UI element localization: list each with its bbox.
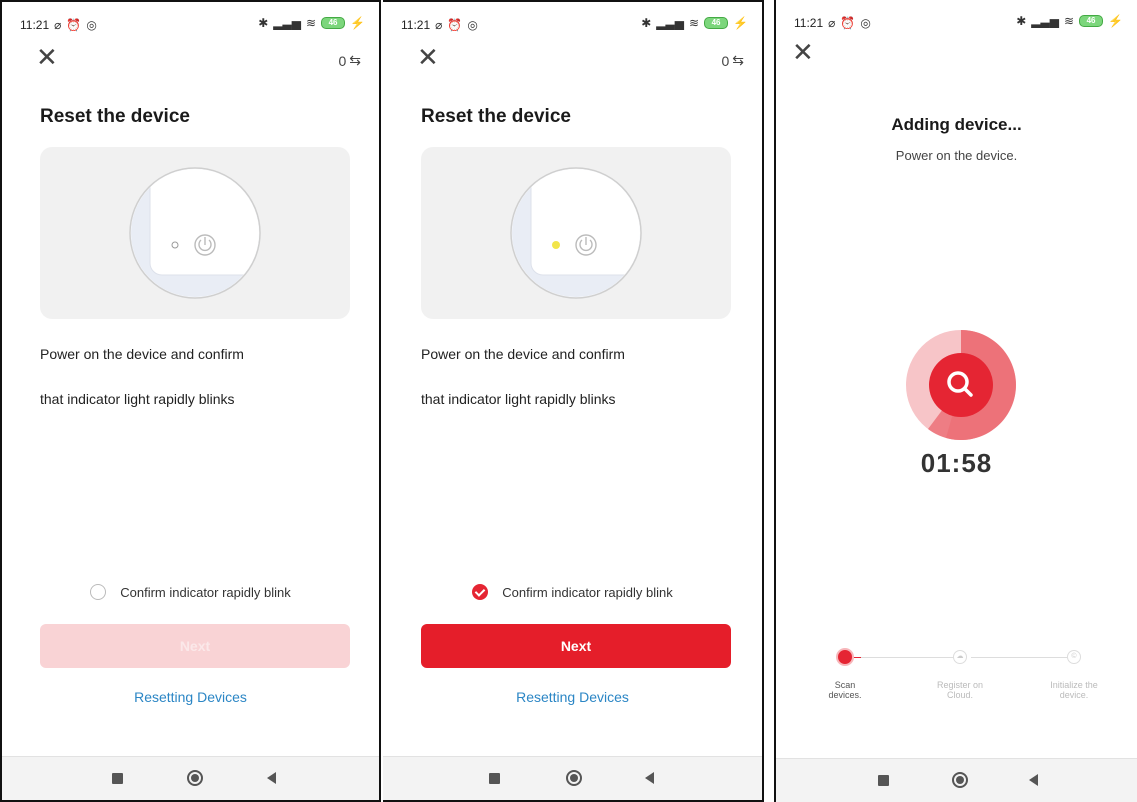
square-icon[interactable] bbox=[878, 775, 889, 786]
screen-adding-device: 11:21 ⌀ ⏰ ◎ ✱ ▂▃▅ ≋ 46 ⚡ ✕ Adding device… bbox=[774, 0, 1137, 802]
instruction-line-2: that indicator light rapidly blinks bbox=[421, 391, 616, 407]
bluetooth-icon: ✱ bbox=[1016, 14, 1027, 28]
countdown-timer: 01:58 bbox=[920, 448, 993, 478]
progress-steps: ☁ © Scan devices. Register on Cloud. Ini… bbox=[776, 647, 1137, 707]
notification-icon: ◎ bbox=[467, 18, 478, 32]
charging-icon: ⚡ bbox=[733, 16, 748, 30]
status-time: 11:21 bbox=[20, 18, 50, 32]
status-time-group: 11:21 ⌀ ⏰ ◎ bbox=[401, 18, 478, 32]
close-icon[interactable]: ✕ bbox=[417, 45, 441, 71]
square-icon[interactable] bbox=[489, 773, 500, 784]
cloud-icon: ☁ bbox=[953, 650, 967, 664]
notification-icon: ◎ bbox=[86, 18, 97, 32]
close-icon[interactable]: ✕ bbox=[792, 40, 816, 66]
device-illustration bbox=[40, 147, 350, 319]
screen-reset-unchecked: 11:21 ⌀ ⏰ ◎ ✱ ▂▃▅ ≋ 46 ⚡ ✕ 0 ⇆ Reset the… bbox=[0, 0, 381, 802]
wifi-icon: ≋ bbox=[1063, 14, 1075, 28]
alarm-icon: ⏰ bbox=[66, 18, 82, 32]
page-title: Reset the device bbox=[421, 106, 571, 127]
step-label-initialize: Initialize the device. bbox=[1050, 680, 1098, 700]
transfer-counter[interactable]: 0 ⇆ bbox=[721, 52, 744, 69]
instruction-line-1: Power on the device and confirm bbox=[40, 346, 244, 362]
initialize-icon: © bbox=[1067, 650, 1081, 664]
signal-icon: ▂▃▅ bbox=[273, 16, 301, 30]
scan-progress-indicator bbox=[906, 330, 1016, 440]
triangle-back-icon[interactable] bbox=[645, 772, 654, 784]
counter-value: 0 bbox=[721, 52, 730, 69]
alarm-icon: ⏰ bbox=[447, 18, 463, 32]
counter-value: 0 bbox=[338, 52, 347, 69]
circle-icon[interactable] bbox=[187, 770, 203, 786]
page-title: Reset the device bbox=[40, 106, 190, 127]
status-icons: ✱ ▂▃▅ ≋ 46 ⚡ bbox=[258, 16, 365, 30]
charging-icon: ⚡ bbox=[1108, 14, 1123, 28]
indicator-light bbox=[552, 241, 560, 249]
no-sync-icon: ⌀ bbox=[435, 18, 443, 32]
confirm-label: Confirm indicator rapidly blink bbox=[120, 584, 291, 600]
signal-icon: ▂▃▅ bbox=[656, 16, 684, 30]
status-icons: ✱ ▂▃▅ ≋ 46 ⚡ bbox=[1016, 14, 1123, 28]
no-sync-icon: ⌀ bbox=[54, 18, 62, 32]
transfer-arrows-icon: ⇆ bbox=[349, 52, 361, 68]
step-line bbox=[971, 657, 1071, 658]
charging-icon: ⚡ bbox=[350, 16, 365, 30]
alarm-icon: ⏰ bbox=[840, 16, 856, 30]
step-dot-scan bbox=[836, 648, 854, 666]
android-nav-bar bbox=[2, 756, 379, 800]
confirm-radio[interactable] bbox=[90, 584, 107, 600]
confirm-label: Confirm indicator rapidly blink bbox=[502, 584, 673, 600]
bluetooth-icon: ✱ bbox=[258, 16, 269, 30]
status-bar: 11:21 ⌀ ⏰ ◎ ✱ ▂▃▅ ≋ 46 ⚡ bbox=[2, 16, 379, 36]
wifi-icon: ≋ bbox=[305, 16, 317, 30]
instruction-line-1: Power on the device and confirm bbox=[421, 346, 625, 362]
resetting-devices-link[interactable]: Resetting Devices bbox=[383, 689, 762, 705]
transfer-arrows-icon: ⇆ bbox=[732, 52, 744, 68]
square-icon[interactable] bbox=[112, 773, 123, 784]
status-time-group: 11:21 ⌀ ⏰ ◎ bbox=[794, 16, 871, 30]
battery-icon: 46 bbox=[704, 17, 729, 29]
instruction-line-2: that indicator light rapidly blinks bbox=[40, 391, 235, 407]
status-time: 11:21 bbox=[401, 18, 431, 32]
step-label-register: Register on Cloud. bbox=[936, 680, 984, 700]
status-time-group: 11:21 ⌀ ⏰ ◎ bbox=[20, 18, 97, 32]
triangle-back-icon[interactable] bbox=[1029, 774, 1038, 786]
close-icon[interactable]: ✕ bbox=[36, 45, 60, 71]
battery-icon: 46 bbox=[321, 17, 346, 29]
status-time: 11:21 bbox=[794, 16, 824, 30]
confirm-checkbox-checked[interactable] bbox=[472, 584, 489, 600]
adding-title: Adding device... bbox=[891, 115, 1022, 134]
adding-subtitle: Power on the device. bbox=[895, 148, 1018, 163]
status-bar: 11:21 ⌀ ⏰ ◎ ✱ ▂▃▅ ≋ 46 ⚡ bbox=[776, 14, 1137, 34]
status-icons: ✱ ▂▃▅ ≋ 46 ⚡ bbox=[641, 16, 748, 30]
battery-icon: 46 bbox=[1079, 15, 1104, 27]
status-bar: 11:21 ⌀ ⏰ ◎ ✱ ▂▃▅ ≋ 46 ⚡ bbox=[383, 16, 762, 36]
resetting-devices-link[interactable]: Resetting Devices bbox=[2, 689, 379, 705]
circle-icon[interactable] bbox=[952, 772, 968, 788]
step-label-scan: Scan devices. bbox=[828, 680, 862, 700]
circle-icon[interactable] bbox=[566, 770, 582, 786]
bluetooth-icon: ✱ bbox=[641, 16, 652, 30]
indicator-light bbox=[171, 241, 179, 249]
wifi-icon: ≋ bbox=[688, 16, 700, 30]
no-sync-icon: ⌀ bbox=[828, 16, 836, 30]
signal-icon: ▂▃▅ bbox=[1031, 14, 1059, 28]
notification-icon: ◎ bbox=[860, 16, 871, 30]
android-nav-bar bbox=[776, 758, 1137, 802]
step-line bbox=[861, 657, 961, 658]
confirm-blink-option[interactable]: Confirm indicator rapidly blink bbox=[2, 584, 379, 600]
transfer-counter[interactable]: 0 ⇆ bbox=[338, 52, 361, 69]
confirm-blink-option[interactable]: Confirm indicator rapidly blink bbox=[383, 584, 762, 600]
screen-reset-checked: 11:21 ⌀ ⏰ ◎ ✱ ▂▃▅ ≋ 46 ⚡ ✕ 0 ⇆ Reset the… bbox=[383, 0, 764, 802]
device-illustration bbox=[421, 147, 731, 319]
android-nav-bar bbox=[383, 756, 762, 800]
next-button[interactable]: Next bbox=[40, 624, 350, 668]
next-button[interactable]: Next bbox=[421, 624, 731, 668]
triangle-back-icon[interactable] bbox=[267, 772, 276, 784]
